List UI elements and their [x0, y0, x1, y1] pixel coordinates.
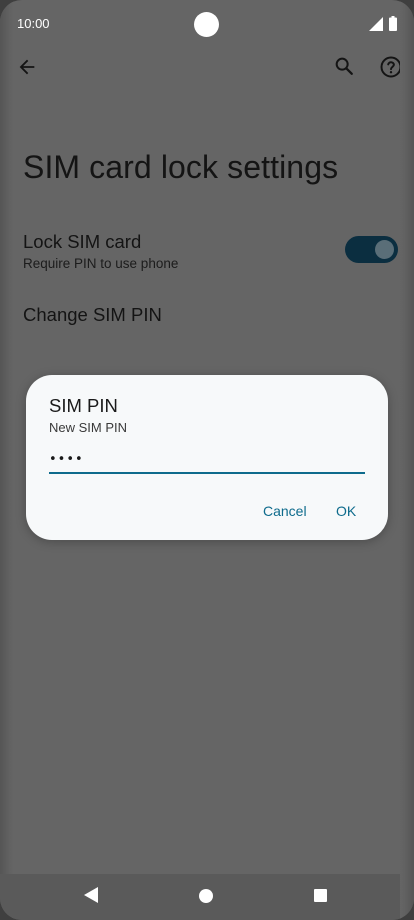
- help-icon[interactable]: [379, 55, 403, 79]
- dialog-title: SIM PIN: [49, 395, 118, 416]
- back-arrow-icon[interactable]: [16, 56, 38, 78]
- lock-sim-toggle[interactable]: [345, 236, 398, 263]
- toggle-thumb: [375, 240, 394, 259]
- cancel-button[interactable]: Cancel: [263, 503, 307, 519]
- navigation-bar: [0, 874, 414, 920]
- phone-screen: 10:00 SIM card lock settings Lock SIM ca…: [0, 0, 414, 920]
- home-circle-icon[interactable]: [199, 889, 213, 903]
- lock-sim-subtitle: Require PIN to use phone: [23, 256, 179, 271]
- new-sim-pin-input[interactable]: [49, 446, 365, 474]
- lock-sim-setting[interactable]: Lock SIM card Require PIN to use phone: [23, 231, 403, 279]
- change-sim-pin-setting[interactable]: Change SIM PIN: [23, 304, 162, 326]
- camera-cutout: [194, 12, 219, 37]
- status-time: 10:00: [17, 16, 50, 31]
- sim-pin-dialog: SIM PIN New SIM PIN Cancel OK: [26, 375, 388, 540]
- status-bar: 10:00: [0, 0, 414, 48]
- page-title: SIM card lock settings: [23, 149, 339, 185]
- search-icon[interactable]: [333, 55, 355, 77]
- app-bar: [0, 48, 414, 88]
- ok-button[interactable]: OK: [336, 503, 356, 519]
- recents-square-icon[interactable]: [314, 889, 327, 902]
- back-triangle-icon[interactable]: [84, 887, 98, 903]
- dialog-subtitle: New SIM PIN: [49, 420, 128, 435]
- battery-icon: [389, 16, 397, 31]
- signal-icon: [369, 17, 383, 31]
